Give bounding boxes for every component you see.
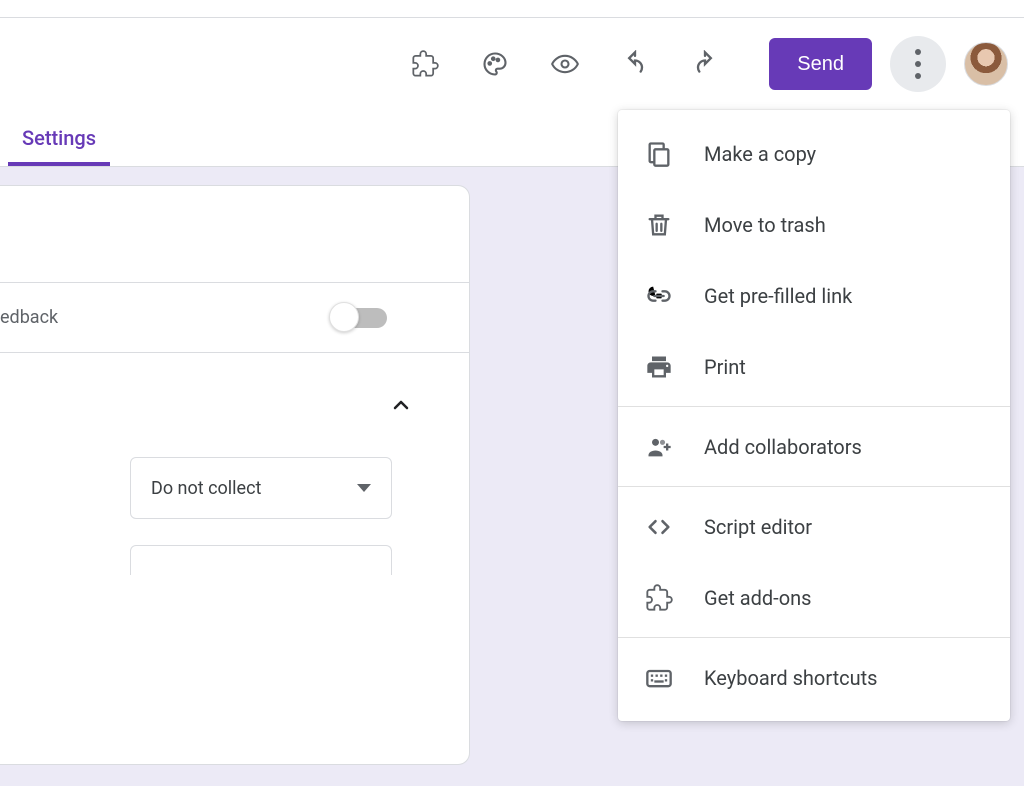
puzzle-icon: [642, 581, 676, 615]
menu-separator: [618, 486, 1010, 487]
toggle-knob: [329, 302, 359, 332]
people-add-icon: [642, 430, 676, 464]
menu-add-collaborators[interactable]: Add collaborators: [618, 411, 1010, 482]
overflow-menu: Make a copy Move to trash Get pre-filled…: [618, 110, 1010, 721]
topbar-divider: [0, 0, 1024, 18]
menu-prefilled-link[interactable]: Get pre-filled link: [618, 260, 1010, 331]
collect-select[interactable]: Do not collect: [130, 457, 392, 519]
print-icon: [642, 350, 676, 384]
code-icon: [642, 510, 676, 544]
menu-collaborators-label: Add collaborators: [704, 435, 862, 459]
feedback-label: edback: [0, 307, 58, 328]
collect-select-label: Do not collect: [151, 478, 261, 499]
tab-settings[interactable]: Settings: [8, 126, 110, 166]
link-icon: [642, 279, 676, 313]
section-collapse-row[interactable]: [0, 353, 469, 457]
menu-addons-label: Get add-ons: [704, 586, 811, 610]
menu-script-label: Script editor: [704, 515, 812, 539]
undo-icon[interactable]: [611, 40, 659, 88]
addons-icon[interactable]: [401, 40, 449, 88]
menu-keyboard-label: Keyboard shortcuts: [704, 666, 878, 690]
menu-script-editor[interactable]: Script editor: [618, 491, 1010, 562]
menu-make-copy[interactable]: Make a copy: [618, 118, 1010, 189]
avatar[interactable]: [964, 42, 1008, 86]
feedback-row: edback: [0, 283, 469, 352]
menu-prefilled-label: Get pre-filled link: [704, 284, 852, 308]
keyboard-icon: [642, 661, 676, 695]
menu-move-trash-label: Move to trash: [704, 213, 826, 237]
menu-keyboard-shortcuts[interactable]: Keyboard shortcuts: [618, 642, 1010, 713]
trash-icon: [642, 208, 676, 242]
menu-move-trash[interactable]: Move to trash: [618, 189, 1010, 260]
more-menu-button[interactable]: [890, 36, 946, 92]
menu-separator: [618, 406, 1010, 407]
menu-make-copy-label: Make a copy: [704, 142, 816, 166]
secondary-field[interactable]: [130, 545, 392, 575]
dropdown-arrow-icon: [357, 484, 371, 492]
menu-get-addons[interactable]: Get add-ons: [618, 562, 1010, 633]
toolbar: Send: [0, 18, 1024, 110]
palette-icon[interactable]: [471, 40, 519, 88]
more-vert-icon: [915, 46, 921, 82]
settings-card: edback Do not collect: [0, 185, 470, 765]
preview-icon[interactable]: [541, 40, 589, 88]
redo-icon[interactable]: [681, 40, 729, 88]
copy-icon: [642, 137, 676, 171]
menu-print[interactable]: Print: [618, 331, 1010, 402]
chevron-up-icon: [389, 393, 413, 417]
menu-separator: [618, 637, 1010, 638]
feedback-toggle[interactable]: [333, 308, 387, 328]
send-button[interactable]: Send: [769, 38, 872, 90]
menu-print-label: Print: [704, 355, 746, 379]
